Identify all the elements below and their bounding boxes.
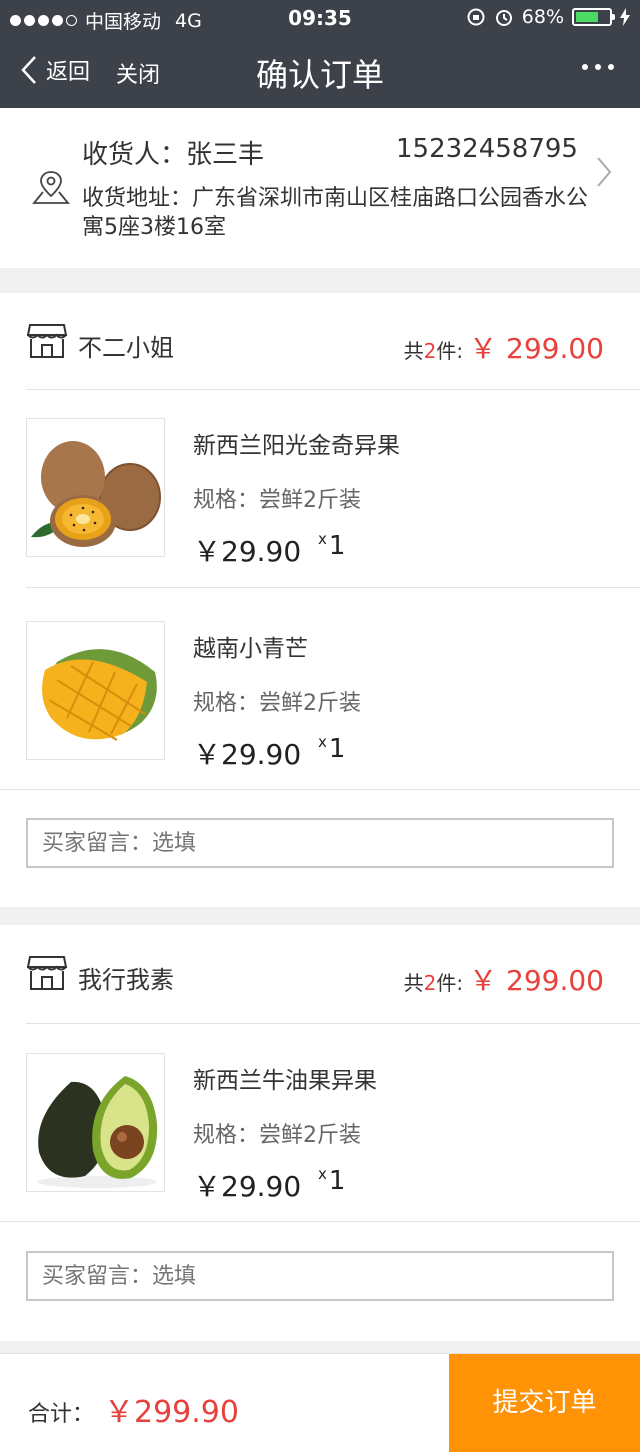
shop-section: 不二小姐 共 2 件: ￥ 299.00 新西兰阳光金奇异果 规格：尝鲜2斤装 …	[0, 293, 640, 907]
product-quantity: x1	[318, 1165, 346, 1196]
store-icon	[26, 324, 68, 358]
count-prefix: 共	[403, 971, 424, 995]
status-bar: 中国移动 4G 09:35 68%	[0, 0, 640, 36]
product-image-kiwi	[26, 418, 165, 557]
divider	[0, 1221, 640, 1222]
buyer-message-input[interactable]	[26, 1251, 614, 1301]
chevron-right-icon	[597, 157, 612, 187]
count-suffix: 件:	[436, 971, 464, 995]
charging-icon	[620, 8, 630, 26]
receiver-name: 收货人：张三丰	[82, 140, 265, 170]
shop-header: 不二小姐 共 2 件: ￥ 299.00	[0, 293, 640, 390]
more-icon[interactable]	[582, 64, 614, 70]
list-item[interactable]: 新西兰牛油果异果 规格：尝鲜2斤装 ￥29.90 x1	[0, 1025, 640, 1223]
receiver-phone: 15232458795	[396, 134, 578, 164]
top-bar: 中国移动 4G 09:35 68% 返回 关闭 确认订单	[0, 0, 640, 108]
shop-amount: ￥ 299.00	[469, 964, 604, 997]
product-spec: 规格：尝鲜2斤装	[193, 488, 361, 513]
total-amount: ￥299.90	[104, 1395, 239, 1430]
item-count: 2	[423, 339, 437, 363]
product-quantity: x1	[318, 733, 346, 764]
location-pin-icon	[32, 171, 70, 204]
shop-header: 我行我素 共 2 件: ￥ 299.00	[0, 925, 640, 1022]
shop-section: 我行我素 共 2 件: ￥ 299.00 新西兰牛油果异果 规格：尝鲜2斤装 ￥…	[0, 925, 640, 1341]
shop-name: 我行我素	[78, 966, 174, 994]
battery-icon	[572, 8, 615, 26]
rotation-lock-icon	[467, 8, 485, 26]
count-prefix: 共	[403, 339, 424, 363]
product-spec: 规格：尝鲜2斤装	[193, 691, 361, 716]
address-card[interactable]: 收货人：张三丰 15232458795 收货地址：广东省深圳市南山区桂庙路口公园…	[0, 108, 640, 268]
product-price: ￥29.90	[193, 535, 302, 568]
list-item[interactable]: 新西兰阳光金奇异果 规格：尝鲜2斤装 ￥29.90 x1	[0, 390, 640, 588]
product-price: ￥29.90	[193, 738, 302, 771]
shop-amount: ￥ 299.00	[469, 332, 604, 365]
shop-name: 不二小姐	[78, 334, 174, 362]
shop-summary: 共 2 件: ￥ 299.00	[404, 327, 604, 367]
checkout-bar: 合计： ￥299.90 提交订单	[0, 1353, 640, 1452]
shop-summary: 共 2 件: ￥ 299.00	[404, 959, 604, 999]
product-quantity: x1	[318, 530, 346, 561]
store-icon	[26, 956, 68, 990]
count-suffix: 件:	[436, 339, 464, 363]
product-spec: 规格：尝鲜2斤装	[193, 1123, 361, 1148]
submit-order-button[interactable]: 提交订单	[449, 1354, 640, 1452]
item-count: 2	[423, 971, 437, 995]
product-image-avocado	[26, 1053, 165, 1192]
nav-bar: 返回 关闭 确认订单	[0, 36, 640, 108]
page-title: 确认订单	[255, 56, 384, 94]
total-label: 合计：	[28, 1402, 95, 1427]
alarm-icon	[495, 10, 512, 26]
divider	[26, 1023, 640, 1024]
battery-percent: 68%	[521, 6, 564, 28]
product-price: ￥29.90	[193, 1170, 302, 1203]
divider	[26, 587, 640, 588]
divider	[0, 789, 640, 790]
product-name: 越南小青芒	[193, 636, 308, 662]
list-item[interactable]: 越南小青芒 规格：尝鲜2斤装 ￥29.90 x1	[0, 593, 640, 791]
buyer-message-input[interactable]	[26, 818, 614, 868]
product-name: 新西兰牛油果异果	[193, 1068, 377, 1094]
product-name: 新西兰阳光金奇异果	[193, 433, 400, 459]
shipping-address: 收货地址：广东省深圳市南山区桂庙路口公园香水公寓5座3楼16室	[82, 186, 589, 240]
product-image-mango	[26, 621, 165, 760]
